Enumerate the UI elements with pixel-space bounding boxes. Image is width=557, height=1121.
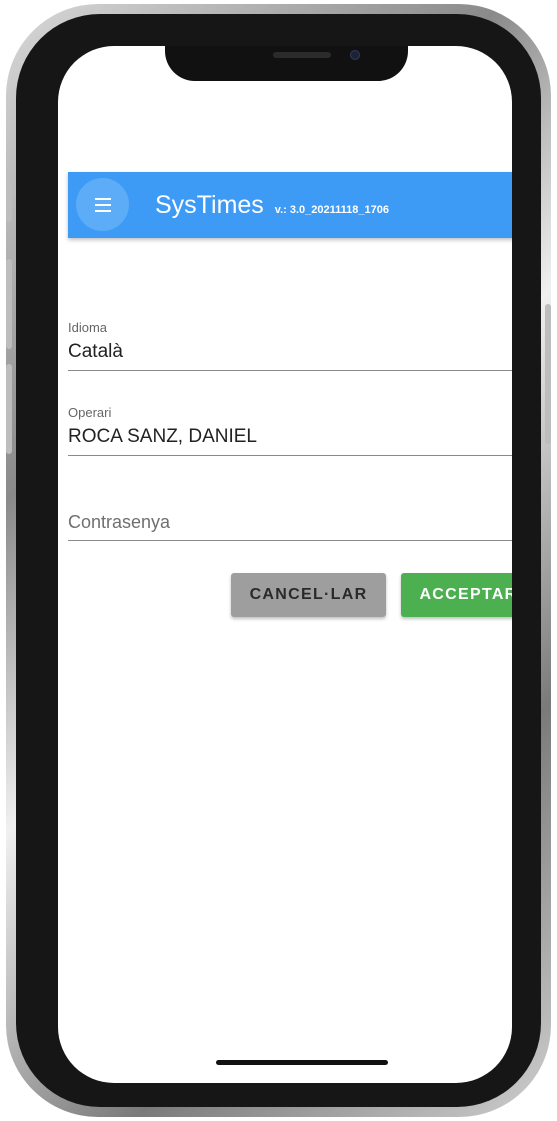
operator-select[interactable]: Operari ROCA SANZ, DANIEL xyxy=(68,401,512,456)
mute-switch xyxy=(6,182,12,222)
home-indicator[interactable] xyxy=(216,1060,388,1065)
language-select[interactable]: Idioma Català xyxy=(68,316,512,371)
camera-icon xyxy=(350,50,360,60)
app-screen: SysTimes v.: 3.0_20211118_1706 Idioma Ca… xyxy=(58,46,512,1083)
speaker-grille xyxy=(273,52,331,58)
volume-up-button xyxy=(6,259,12,349)
operator-value: ROCA SANZ, DANIEL xyxy=(68,426,257,447)
phone-frame: SysTimes v.: 3.0_20211118_1706 Idioma Ca… xyxy=(6,4,551,1117)
menu-button[interactable] xyxy=(76,178,129,231)
accept-button[interactable]: ACCEPTAR xyxy=(401,573,512,617)
language-value: Català xyxy=(68,341,123,362)
app-name: SysTimes xyxy=(155,191,264,219)
cancel-button[interactable]: CANCEL·LAR xyxy=(231,573,386,617)
password-placeholder: Contrasenya xyxy=(68,512,171,532)
app-title: SysTimes v.: 3.0_20211118_1706 xyxy=(155,190,389,225)
app-bar: SysTimes v.: 3.0_20211118_1706 xyxy=(68,172,512,238)
app-version: v.: 3.0_20211118_1706 xyxy=(274,204,389,216)
power-button xyxy=(545,304,551,444)
password-field[interactable]: Contrasenya xyxy=(68,501,512,541)
volume-down-button xyxy=(6,364,12,454)
menu-icon xyxy=(94,197,111,200)
language-label: Idioma xyxy=(68,320,108,335)
notch xyxy=(165,46,408,81)
operator-label: Operari xyxy=(68,405,112,420)
